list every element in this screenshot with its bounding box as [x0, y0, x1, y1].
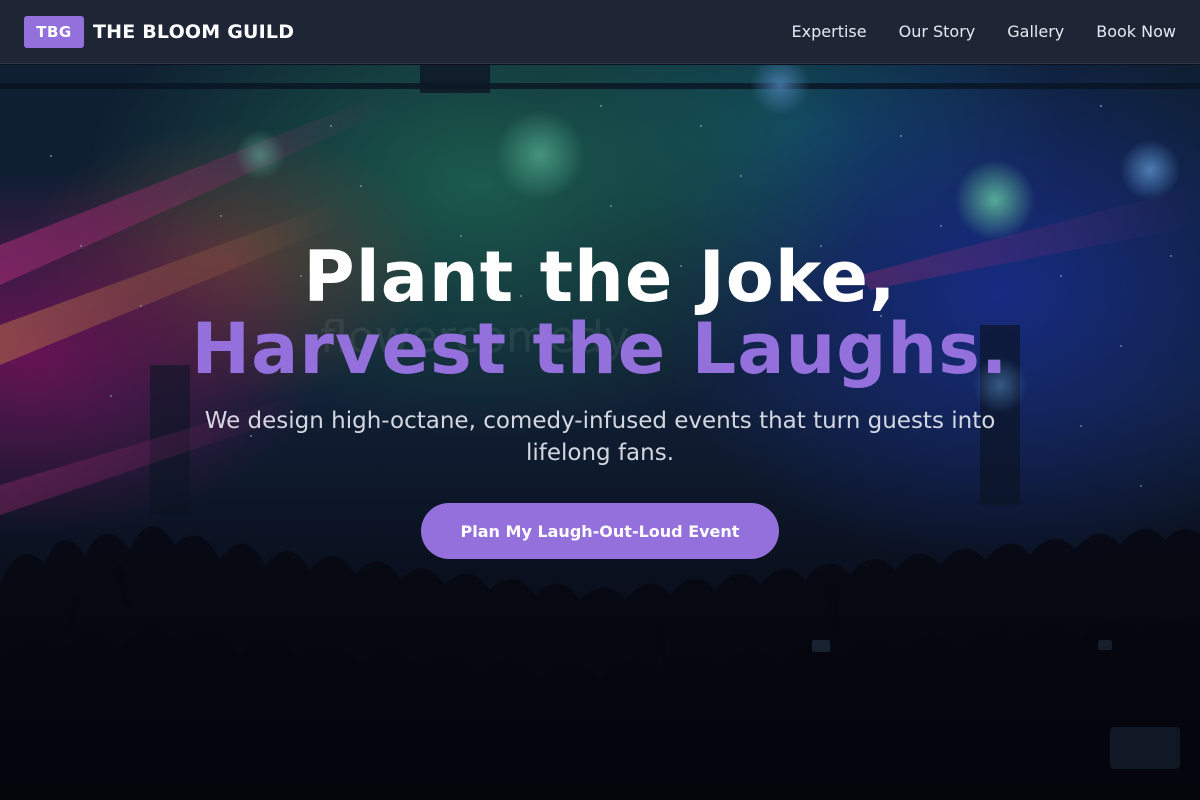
- brand-logo[interactable]: TBG THE BLOOM GUILD: [24, 15, 295, 48]
- plan-event-button[interactable]: Plan My Laugh-Out-Loud Event: [421, 503, 779, 559]
- nav-links: Expertise Our Story Gallery Book Now: [792, 22, 1176, 41]
- brand-name: THE BLOOM GUILD: [93, 20, 295, 43]
- nav-link-our-story[interactable]: Our Story: [899, 22, 976, 41]
- nav-link-expertise[interactable]: Expertise: [792, 22, 867, 41]
- nav-link-gallery[interactable]: Gallery: [1007, 22, 1064, 41]
- headline-line-2: Harvest the Laughs.: [191, 308, 1009, 390]
- headline-line-1: Plant the Joke,: [303, 236, 897, 318]
- brand-badge: TBG: [24, 15, 84, 48]
- hero-headline: Plant the Joke, Harvest the Laughs.: [192, 241, 1009, 385]
- nav-link-book-now[interactable]: Book Now: [1096, 22, 1176, 41]
- hero-content: Plant the Joke, Harvest the Laughs. We d…: [0, 241, 1200, 559]
- top-navbar: TBG THE BLOOM GUILD Expertise Our Story …: [0, 0, 1200, 64]
- hero-subtitle: We design high-octane, comedy-infused ev…: [204, 408, 996, 466]
